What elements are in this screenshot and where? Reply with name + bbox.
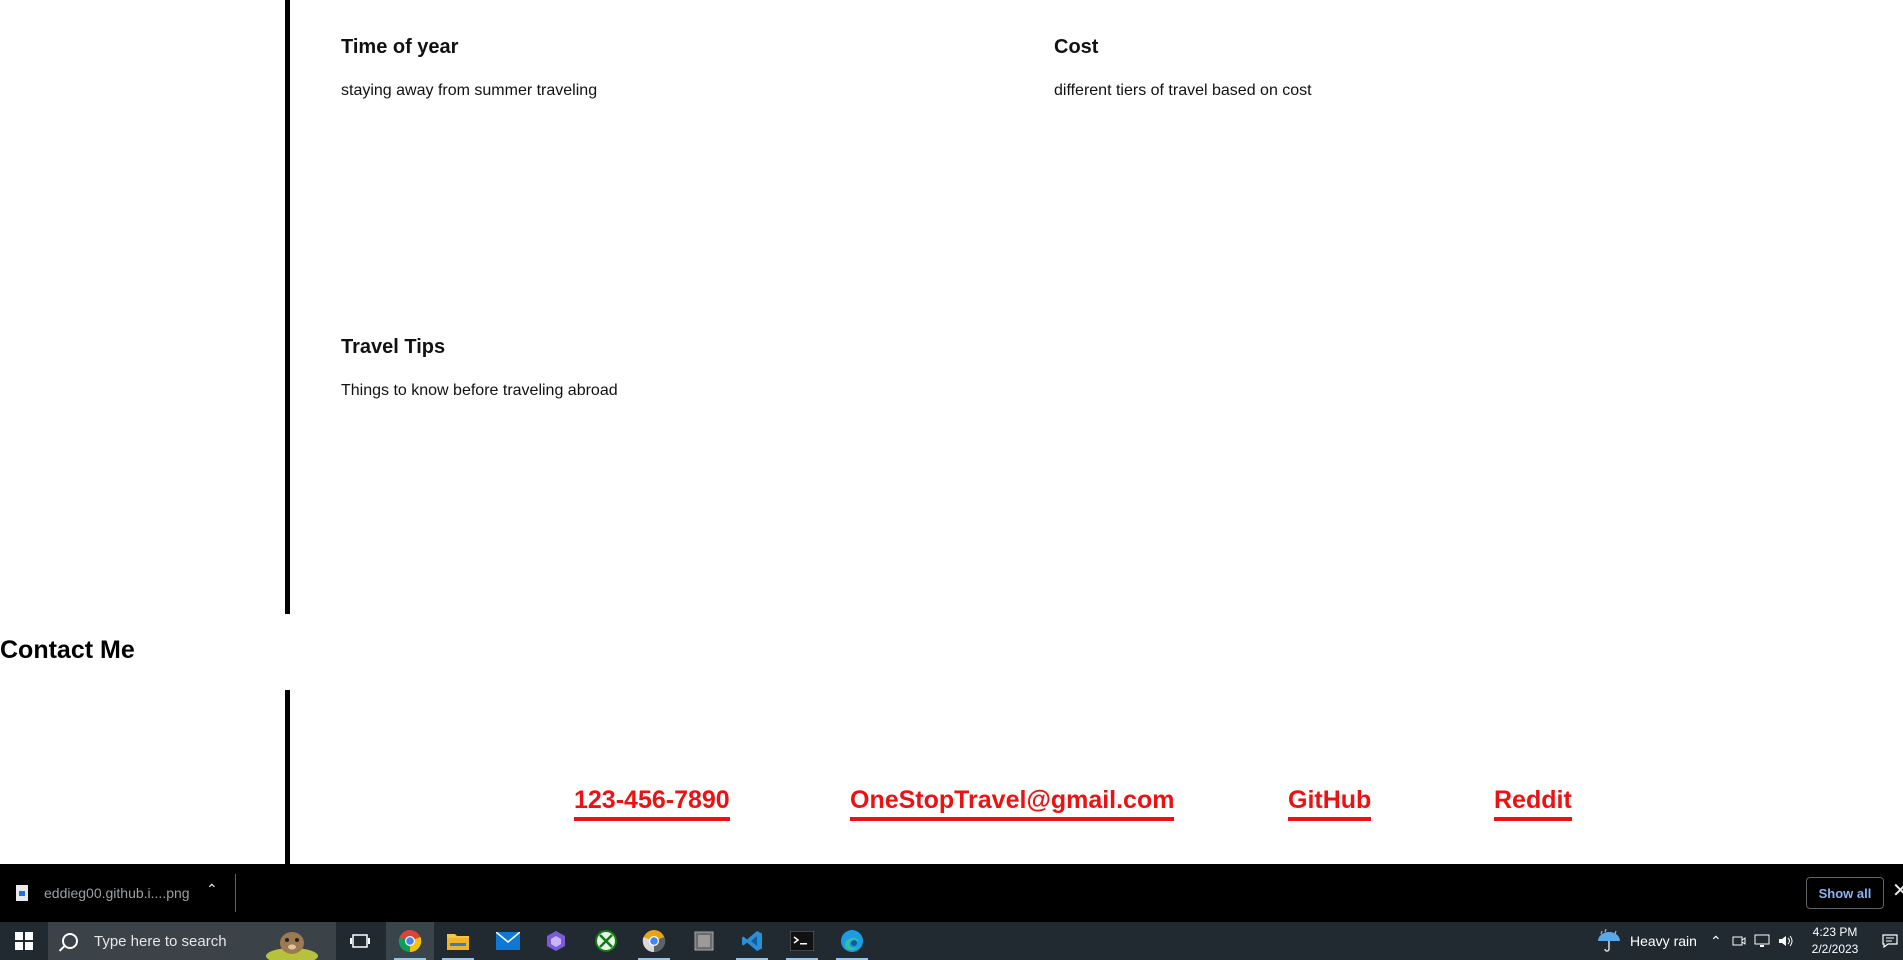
copilot-icon[interactable] (532, 922, 580, 960)
search-icon (62, 933, 78, 949)
terminal-icon[interactable] (778, 922, 826, 960)
chrome-dev-icon[interactable] (630, 922, 678, 960)
section-title-cost: Cost (1054, 36, 1099, 58)
network-icon[interactable] (1754, 934, 1770, 948)
download-bar: eddieg00.github.i....png ⌃ Show all ✕ (0, 864, 1903, 922)
taskbar: Type here to search Heavy rain ⌃ 4:23 PM… (0, 922, 1903, 960)
page: Time of year staying away from summer tr… (0, 0, 1903, 960)
chevron-up-icon[interactable]: ⌃ (206, 881, 218, 898)
weather-text: Heavy rain (1630, 933, 1697, 949)
contact-github-link[interactable]: GitHub (1288, 786, 1372, 821)
volume-icon[interactable] (1778, 934, 1794, 948)
taskbar-search-box[interactable]: Type here to search (48, 922, 336, 960)
xbox-icon[interactable] (582, 922, 630, 960)
show-all-button[interactable]: Show all (1806, 877, 1884, 909)
search-placeholder: Type here to search (94, 932, 227, 950)
section-title-time-of-year: Time of year (341, 36, 459, 58)
notifications-icon[interactable] (1876, 922, 1903, 960)
clock[interactable]: 4:23 PM 2/2/2023 (1806, 924, 1864, 958)
download-filename: eddieg00.github.i....png (44, 885, 190, 901)
windows-logo-icon (15, 932, 33, 950)
contact-heading: Contact Me (0, 636, 135, 664)
close-icon[interactable]: ✕ (1892, 878, 1903, 903)
system-tray: ⌃ (1710, 922, 1794, 960)
chevron-up-icon[interactable]: ⌃ (1710, 933, 1722, 950)
section-text-travel-tips: Things to know before traveling abroad (341, 382, 618, 399)
umbrella-rain-icon (1598, 929, 1620, 952)
clock-date: 2/2/2023 (1811, 942, 1859, 956)
edge-icon[interactable] (828, 922, 876, 960)
task-view-icon[interactable] (336, 922, 384, 960)
app-window-icon[interactable] (680, 922, 728, 960)
weather-widget[interactable]: Heavy rain (1596, 922, 1697, 960)
start-button[interactable] (0, 922, 48, 960)
file-explorer-icon[interactable] (434, 922, 482, 960)
clock-time: 4:23 PM (1812, 925, 1858, 939)
contact-phone-link[interactable]: 123-456-7890 (574, 786, 730, 821)
search-highlight-illustration-icon (266, 932, 318, 960)
download-bar-divider (235, 874, 236, 912)
mail-icon[interactable] (484, 922, 532, 960)
section-title-travel-tips: Travel Tips (341, 336, 446, 358)
download-item[interactable]: eddieg00.github.i....png (16, 876, 190, 910)
image-file-icon (16, 885, 28, 901)
contact-divider-line (285, 690, 290, 864)
contact-email-link[interactable]: OneStopTravel@gmail.com (850, 786, 1175, 821)
contact-reddit-link[interactable]: Reddit (1494, 786, 1572, 821)
section-text-time-of-year: staying away from summer traveling (341, 82, 598, 99)
section-text-cost: different tiers of travel based on cost (1054, 82, 1312, 99)
vscode-icon[interactable] (728, 922, 776, 960)
meet-now-icon[interactable] (1732, 934, 1746, 948)
chrome-icon[interactable] (386, 922, 434, 960)
section-divider-line (285, 0, 290, 614)
